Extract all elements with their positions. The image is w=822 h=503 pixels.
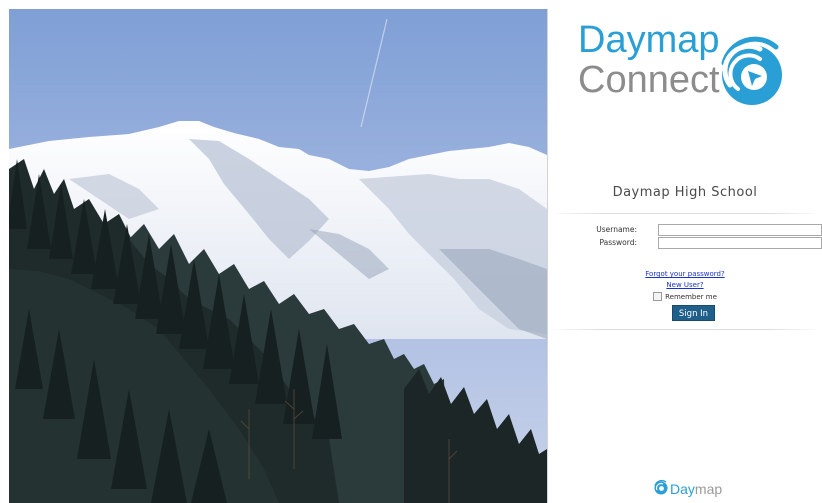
- footer-brand-map: map: [694, 481, 723, 497]
- login-panel: Daymap Connect Daymap High School Userna…: [548, 9, 822, 503]
- footer-brand-day: Day: [670, 481, 695, 497]
- remember-me-checkbox[interactable]: [653, 292, 663, 301]
- login-page: Daymap Connect Daymap High School Userna…: [0, 0, 822, 503]
- password-label: Password:: [599, 238, 637, 247]
- username-row: Username:: [548, 224, 822, 238]
- forgot-password-link[interactable]: Forgot your password?: [548, 270, 822, 278]
- password-row: Password:: [548, 237, 822, 251]
- remember-me-label: Remember me: [665, 292, 717, 301]
- mountain-landscape-image: [9, 9, 547, 503]
- username-input[interactable]: [658, 224, 822, 236]
- logo-word-daymap: Daymap: [578, 19, 720, 61]
- divider-line-bottom: [548, 329, 822, 330]
- daymap-swirl-icon: [652, 479, 668, 499]
- remember-me-row: Remember me: [548, 292, 822, 303]
- school-name: Daymap High School: [612, 185, 758, 200]
- daymap-connect-logo: Daymap Connect: [578, 21, 798, 111]
- password-input[interactable]: [658, 237, 822, 249]
- logo-word-connect: Connect: [578, 59, 720, 101]
- divider-line-top: [548, 213, 822, 214]
- username-label: Username:: [596, 225, 637, 234]
- new-user-link[interactable]: New User?: [548, 281, 822, 289]
- footer-daymap-logo: Day map: [652, 479, 723, 499]
- daymap-swirl-cursor-icon: [702, 27, 784, 113]
- sign-in-button[interactable]: Sign In: [672, 305, 715, 321]
